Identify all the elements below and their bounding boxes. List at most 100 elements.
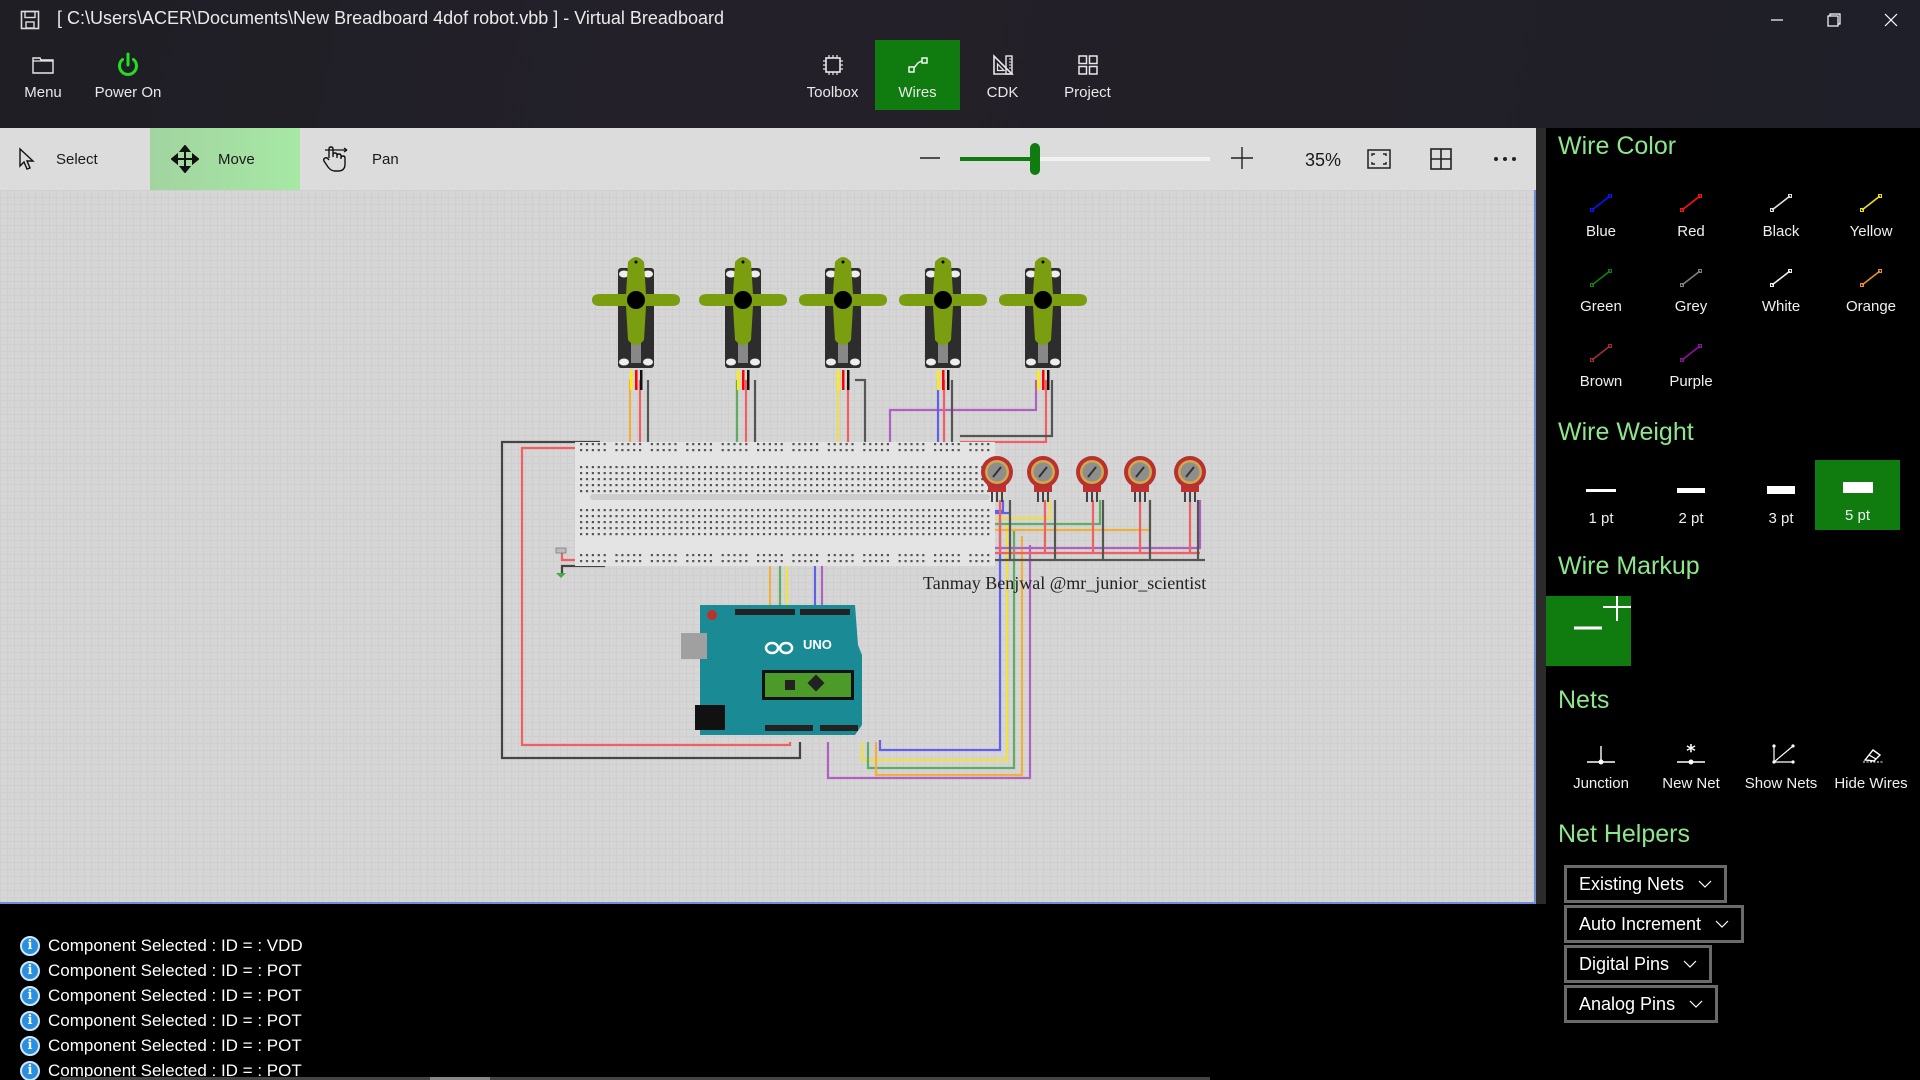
minus-icon — [920, 157, 940, 159]
zoom-in-button[interactable] — [1227, 143, 1257, 173]
nets-hide-wires-button[interactable]: Hide Wires — [1826, 728, 1916, 798]
log-entry-text: Component Selected : ID = : VDD — [48, 935, 303, 955]
reset-button — [707, 610, 717, 620]
grid-view-icon — [1430, 148, 1452, 170]
pot-pin — [1047, 492, 1049, 502]
servo-mount-hole — [926, 358, 936, 366]
servo-power-lead — [742, 370, 745, 390]
arduino-uno-board: UNO — [681, 605, 862, 735]
more-options-button[interactable] — [1490, 144, 1520, 174]
servo-shaft — [834, 291, 852, 309]
minimize-icon — [1771, 19, 1783, 21]
move-tool[interactable]: Move — [150, 128, 300, 190]
wire-color-label: Purple — [1669, 373, 1713, 390]
power-on-button[interactable]: Power On — [90, 40, 166, 110]
log-entry-text: Component Selected : ID = : POT — [48, 1010, 302, 1030]
wire-color-orange[interactable]: Orange — [1826, 251, 1916, 321]
toolbox-label: Toolbox — [806, 84, 859, 101]
nets-show-nets-button[interactable]: Show Nets — [1736, 728, 1826, 798]
project-tab[interactable]: Project — [1045, 40, 1130, 110]
wire-color-label: Grey — [1674, 298, 1708, 315]
info-icon: i — [20, 935, 40, 956]
wire-color-grey[interactable]: Grey — [1646, 251, 1736, 321]
grid-icon — [1077, 55, 1098, 75]
nets-new-net-button[interactable]: * New Net — [1646, 728, 1736, 798]
wire-markup-button[interactable] — [1546, 596, 1631, 666]
wire-color-white[interactable]: White — [1736, 251, 1826, 321]
save-icon[interactable] — [20, 10, 40, 30]
wire-weight-1-pt[interactable]: 1 pt — [1556, 463, 1646, 533]
nets-junction-button[interactable]: Junction — [1556, 728, 1646, 798]
log-entry-text: Component Selected : ID = : POT — [48, 985, 302, 1005]
zoom-slider[interactable] — [960, 143, 1210, 175]
wire-color-black[interactable]: Black — [1736, 176, 1826, 246]
analog-pins-dropdown[interactable]: Analog Pins — [1564, 985, 1719, 1023]
wire-color-blue[interactable]: Blue — [1556, 176, 1646, 246]
wire-swatch-icon — [1680, 269, 1702, 287]
zoom-slider-thumb[interactable] — [1030, 143, 1040, 175]
nets-item-label: Junction — [1573, 775, 1629, 792]
board-label: UNO — [803, 637, 832, 652]
analog-header — [820, 725, 858, 731]
more-icon — [1494, 157, 1516, 161]
servo-signal-lead — [837, 370, 840, 390]
fit-screen-button[interactable] — [1364, 144, 1394, 174]
wire-weight-5-pt[interactable]: 5 pt — [1815, 460, 1900, 530]
potentiometer — [1076, 456, 1108, 502]
usb-connector — [681, 633, 707, 659]
log-entry-text: Component Selected : ID = : POT — [48, 960, 302, 980]
chevron-down-icon — [1715, 920, 1729, 928]
wire-swatch-icon — [1680, 344, 1702, 362]
wire-color-brown[interactable]: Brown — [1556, 326, 1646, 396]
menu-button[interactable]: Menu — [14, 40, 72, 110]
select-tool[interactable]: Select — [0, 128, 150, 190]
chip-icon — [822, 55, 843, 75]
servo-mount-hole — [850, 358, 860, 366]
pot-pin — [1037, 492, 1039, 502]
pot-pin — [1086, 492, 1088, 502]
grid-view-button[interactable] — [1426, 144, 1456, 174]
panel-splitter[interactable] — [1536, 128, 1546, 904]
restore-button[interactable] — [1806, 0, 1862, 40]
wires-tab[interactable]: Wires — [875, 40, 960, 110]
wire-color-label: Yellow — [1849, 223, 1893, 240]
chevron-down-icon — [1698, 880, 1712, 888]
servo-signal-lead — [1037, 370, 1040, 390]
wire-weight-3-pt[interactable]: 3 pt — [1736, 463, 1826, 533]
minimize-button[interactable] — [1749, 0, 1805, 40]
auto-increment-dropdown[interactable]: Auto Increment — [1564, 905, 1745, 943]
move-label: Move — [218, 150, 255, 168]
servo-shaft — [934, 291, 952, 309]
servo-power-lead — [842, 370, 845, 390]
close-button[interactable] — [1863, 0, 1919, 40]
servo-mount-hole — [826, 358, 836, 366]
servo-motor — [899, 257, 987, 390]
wire-color-label: Orange — [1845, 298, 1897, 315]
dropdown-label: Existing Nets — [1579, 873, 1685, 894]
zoom-slider-fill — [960, 157, 1035, 161]
cdk-tab[interactable]: CDK — [960, 40, 1045, 110]
pan-tool[interactable]: Pan — [320, 128, 430, 190]
eraser-icon — [1863, 749, 1883, 763]
digital-pins-dropdown[interactable]: Digital Pins — [1564, 945, 1713, 983]
move-arrows-icon — [171, 145, 199, 173]
zoom-out-button[interactable] — [915, 143, 945, 173]
wire-color-purple[interactable]: Purple — [1646, 326, 1736, 396]
breadboard-canvas[interactable]: UNO Tanmay Benjwal @mr_junior_scientist — [0, 190, 1536, 904]
nets-item-label: Show Nets — [1744, 775, 1818, 792]
wire-color-yellow[interactable]: Yellow — [1826, 176, 1916, 246]
wire-weight-2-pt[interactable]: 2 pt — [1646, 463, 1736, 533]
vdd-marker — [555, 547, 567, 554]
servo-horn-hole — [634, 260, 638, 264]
wires-panel: Wire Color Blue Red Black Yellow Green Grey Wh… — [1546, 128, 1920, 1080]
info-icon: i — [20, 1035, 40, 1056]
wire-color-red[interactable]: Red — [1646, 176, 1736, 246]
wire-color-green[interactable]: Green — [1556, 251, 1646, 321]
existing-nets-dropdown[interactable]: Existing Nets — [1564, 865, 1728, 903]
servo-mount-hole — [950, 358, 960, 366]
log-entry: i Component Selected : ID = : POT — [20, 1033, 1546, 1058]
net-helpers-title: Net Helpers — [1558, 820, 1690, 848]
toolbox-tab[interactable]: Toolbox — [790, 40, 875, 110]
weight-bar-icon — [1767, 486, 1795, 494]
wire-swatch-icon — [1680, 194, 1702, 212]
